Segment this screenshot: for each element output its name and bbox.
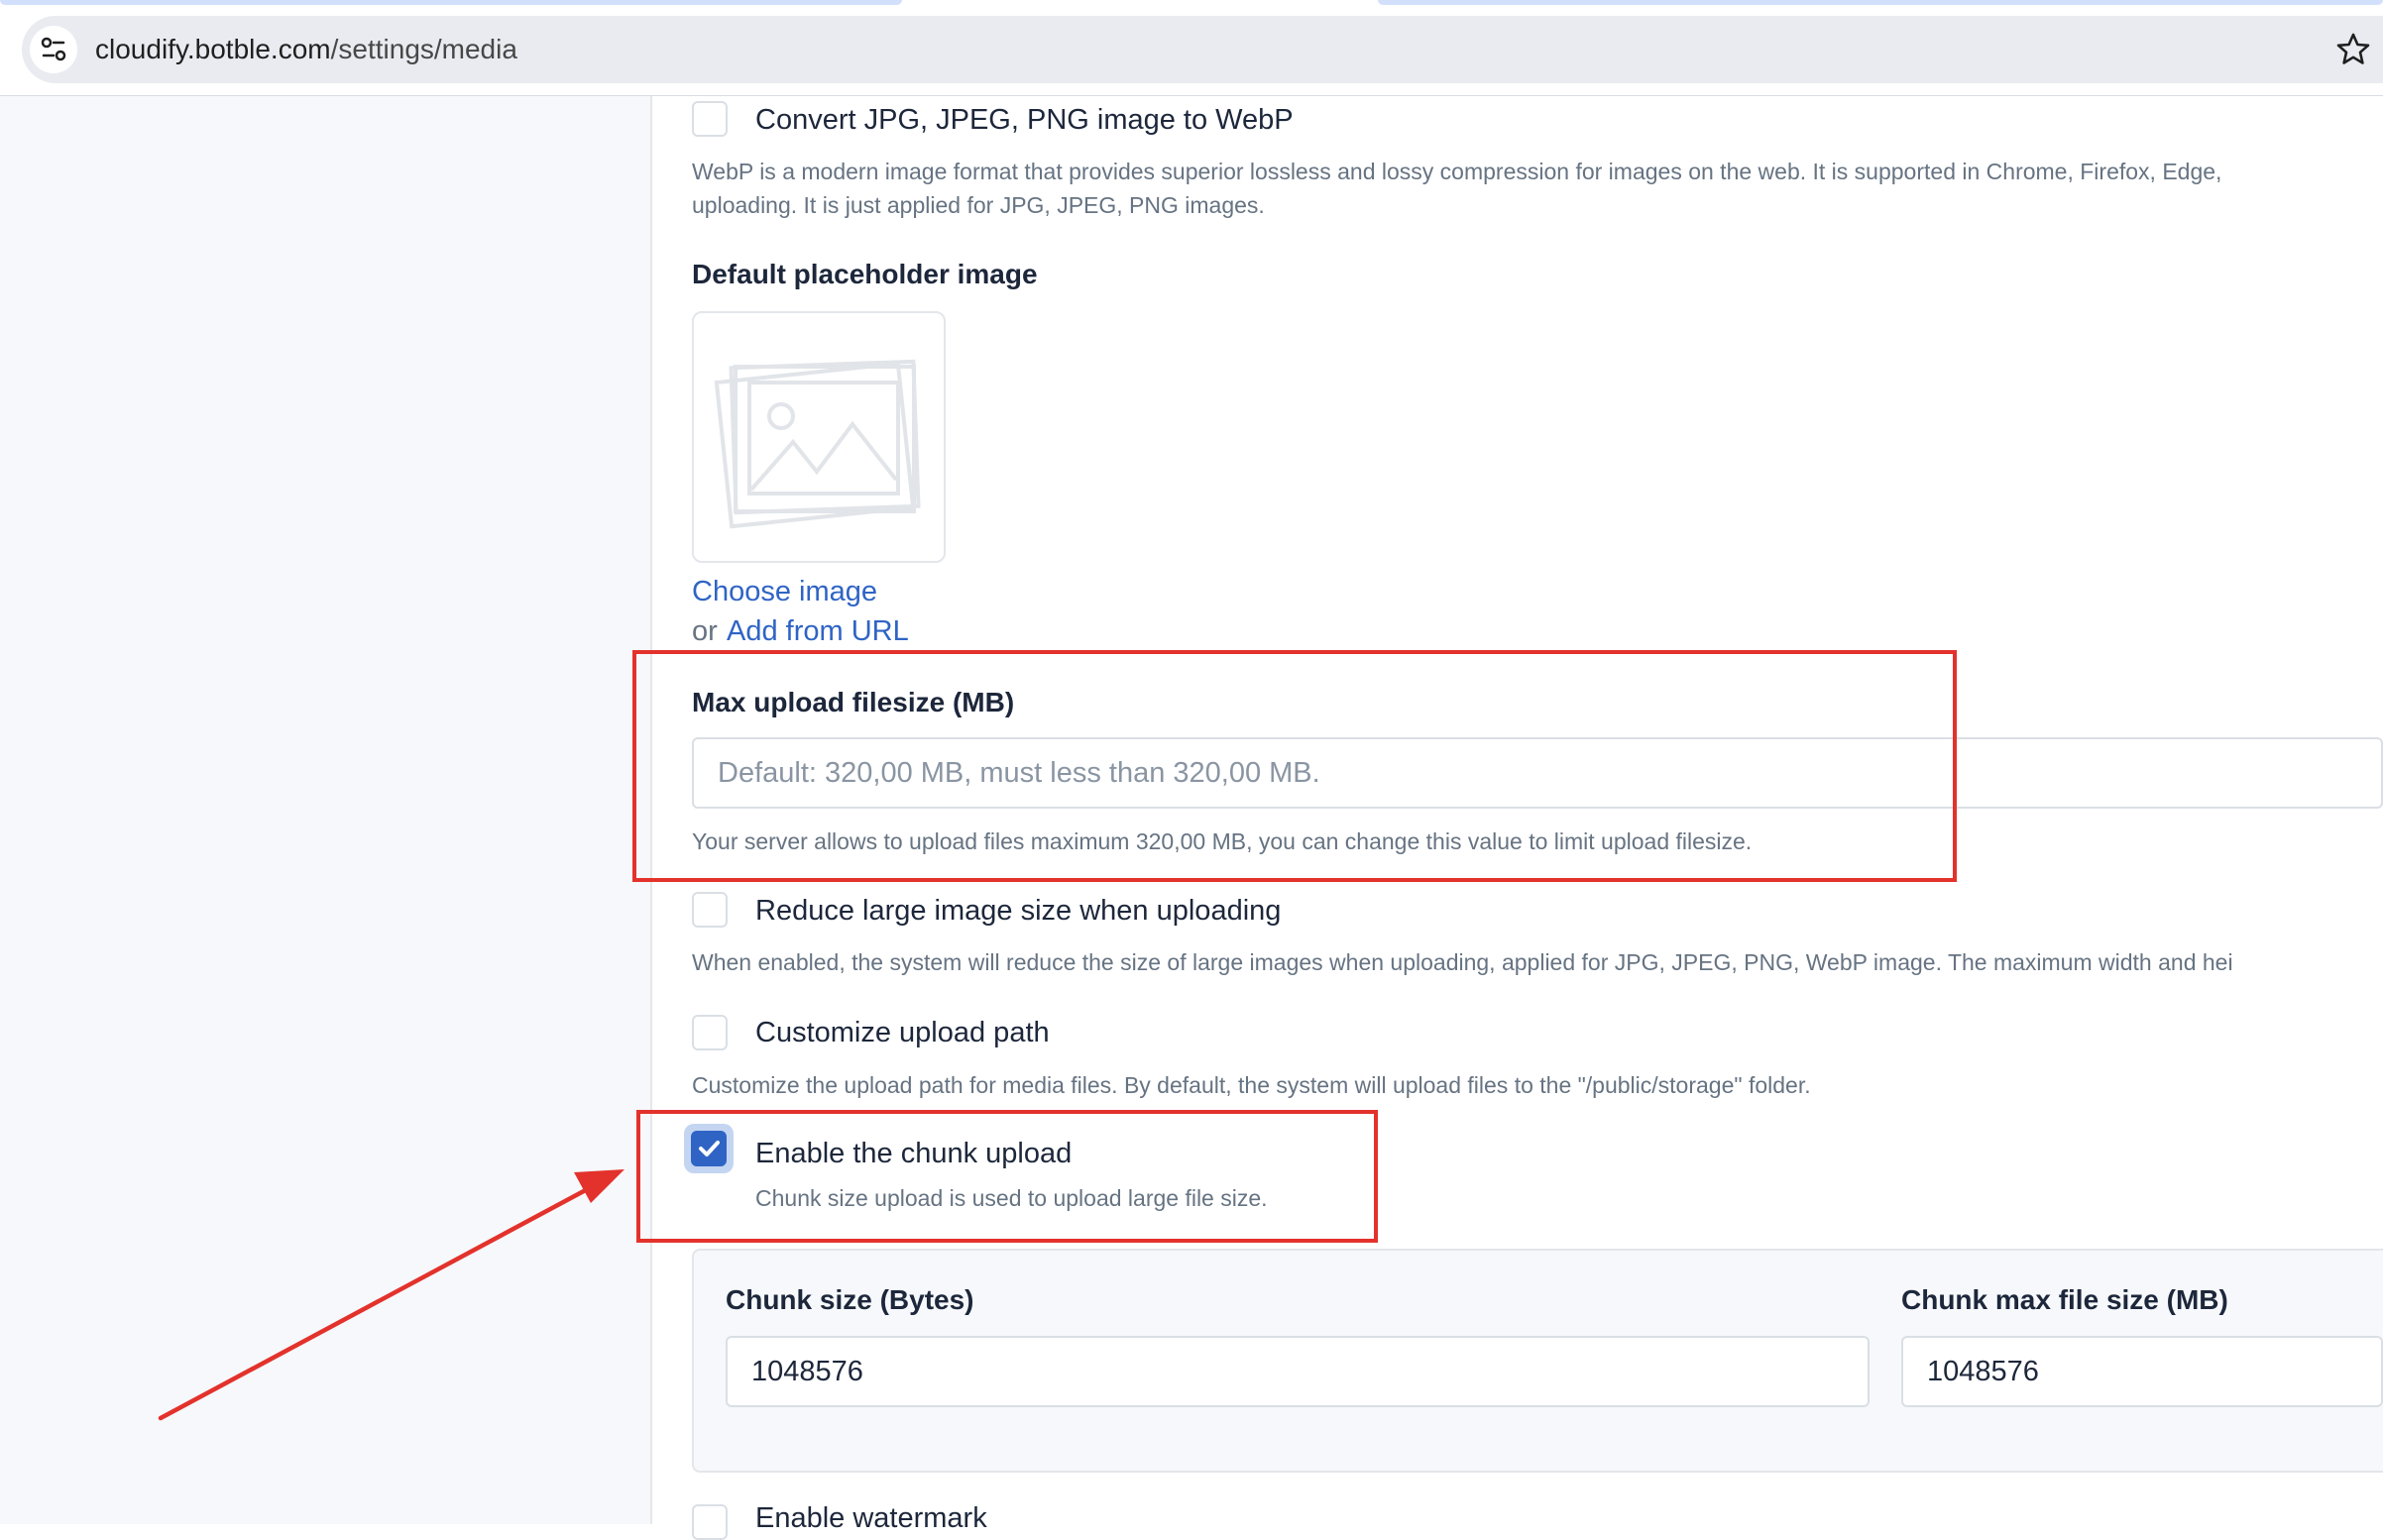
annotation-arrow [158, 1169, 624, 1421]
